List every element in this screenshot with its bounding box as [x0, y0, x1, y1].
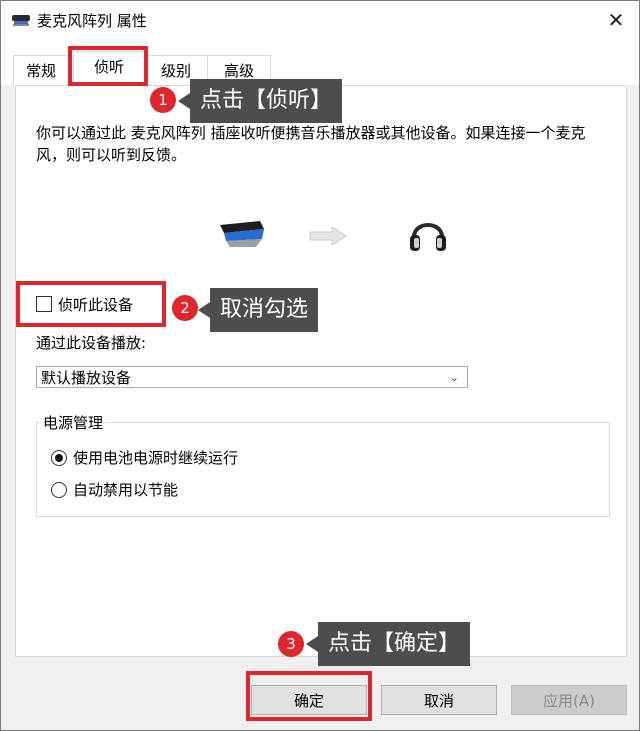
- apply-button[interactable]: 应用(A): [511, 685, 627, 715]
- playback-device-value: 默认播放设备: [41, 369, 132, 387]
- continue-on-battery-label: 使用电池电源时继续运行: [73, 449, 239, 467]
- step-badge-2: 2: [172, 295, 198, 321]
- microphone-array-icon: [12, 15, 30, 26]
- callout-step-3: 点击【确定】: [305, 622, 471, 666]
- playback-through-label: 通过此设备播放:: [36, 334, 147, 352]
- callout-step-2: 取消勾选: [197, 288, 319, 332]
- highlight-ok-button: [246, 671, 372, 721]
- highlight-listen-checkbox: [16, 281, 166, 327]
- step-badge-3: 3: [278, 631, 304, 657]
- auto-disable-radio[interactable]: [51, 481, 67, 498]
- chevron-down-icon: ⌄: [449, 371, 459, 384]
- close-icon: ✕: [607, 8, 625, 32]
- power-management-group: 电源管理 使用电池电源时继续运行 自动禁用以节能: [36, 412, 610, 517]
- listen-description: 你可以通过此 麦克风阵列 插座收听便携音乐播放器或其他设备。如果连接一个麦克风，…: [36, 124, 586, 164]
- cancel-button[interactable]: 取消: [381, 685, 497, 715]
- auto-disable-label: 自动禁用以节能: [73, 481, 179, 499]
- playback-device-select[interactable]: 默认播放设备 ⌄: [36, 366, 468, 388]
- power-option-autodisable[interactable]: 自动禁用以节能: [51, 479, 178, 500]
- title-bar: 麦克风阵列 属性 ✕: [1, 1, 639, 39]
- headphones-icon: [410, 223, 446, 251]
- microphone-device-icon: [220, 221, 264, 247]
- power-management-legend: 电源管理: [41, 412, 106, 433]
- window-title: 麦克风阵列 属性: [37, 12, 147, 30]
- tab-general[interactable]: 常规: [13, 55, 69, 86]
- step-badge-1: 1: [150, 87, 176, 113]
- device-illustration: [216, 211, 466, 261]
- continue-on-battery-radio[interactable]: [51, 449, 67, 466]
- power-option-continue[interactable]: 使用电池电源时继续运行: [51, 447, 238, 468]
- highlight-listen-tab: [68, 46, 148, 86]
- arrow-right-icon: [309, 226, 347, 246]
- close-button[interactable]: ✕: [593, 1, 639, 39]
- callout-step-1: 点击【侦听】: [177, 79, 343, 123]
- listen-panel: 你可以通过此 麦克风阵列 插座收听便携音乐播放器或其他设备。如果连接一个麦克风，…: [15, 85, 627, 657]
